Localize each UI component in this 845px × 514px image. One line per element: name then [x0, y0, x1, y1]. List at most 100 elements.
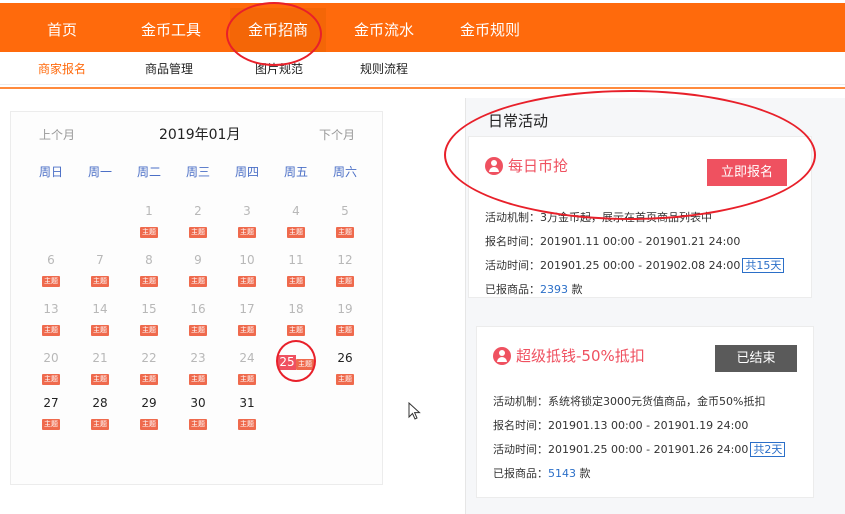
reported-count: 2393 [540, 283, 568, 296]
calendar-day[interactable]: 20 主题 [31, 351, 71, 385]
theme-tag: 主题 [189, 419, 207, 430]
subnav-rule-flow[interactable]: 规则流程 [360, 60, 408, 77]
reported-label: 已报商品： [493, 467, 548, 480]
calendar-day[interactable]: 22 主题 [129, 351, 169, 385]
subnav-product-management[interactable]: 商品管理 [145, 60, 193, 77]
weekday-label: 周三 [185, 165, 210, 179]
calendar-day[interactable]: 31 主题 [227, 396, 267, 430]
day-number: 7 [96, 253, 104, 267]
theme-tag: 主题 [336, 325, 354, 336]
theme-tag: 主题 [238, 325, 256, 336]
day-number: 1 [145, 204, 153, 218]
calendar-day[interactable]: 19 主题 [325, 302, 365, 336]
calendar-day[interactable]: 27 主题 [31, 396, 71, 430]
activity-time: 活动时间：201901.25 00:00 - 201902.08 24:00 [485, 259, 741, 272]
calendar-day[interactable]: 9 主题 [178, 253, 218, 287]
day-number: 27 [43, 396, 59, 410]
day-number: 18 [288, 302, 304, 316]
ended-button[interactable]: 已结束 [715, 345, 797, 372]
weekday-label: 周六 [332, 165, 357, 179]
day-number: 12 [337, 253, 353, 267]
day-number: 11 [288, 253, 304, 267]
calendar-day[interactable]: 15 主题 [129, 302, 169, 336]
theme-tag: 主题 [336, 276, 354, 287]
calendar-day[interactable]: 23 主题 [178, 351, 218, 385]
reported-products-row: 已报商品：5143 款 [493, 465, 591, 481]
calendar-title: 2019年01月 [159, 127, 241, 143]
theme-tag: 主题 [287, 227, 305, 238]
theme-tag: 主题 [140, 227, 158, 238]
calendar-day[interactable]: 14 主题 [80, 302, 120, 336]
nav-coin-tools[interactable]: 金币工具 [126, 8, 216, 52]
calendar-day[interactable]: 8 主题 [129, 253, 169, 287]
theme-tag: 主题 [189, 374, 207, 385]
calendar-day[interactable]: 12 主题 [325, 253, 365, 287]
calendar-day[interactable]: 17 主题 [227, 302, 267, 336]
prev-month-link[interactable]: 上个月 [39, 126, 75, 143]
signup-time: 报名时间：201901.11 00:00 - 201901.21 24:00 [485, 235, 741, 248]
nav-coin-rules[interactable]: 金币规则 [446, 8, 534, 52]
theme-tag: 主题 [287, 276, 305, 287]
theme-tag: 主题 [91, 325, 109, 336]
calendar-day[interactable]: 21 主题 [80, 351, 120, 385]
calendar: 上个月 2019年01月 下个月 周日 周一 周二 周三 周四 周五 周六 1 主题 2 主题 3 主… [10, 111, 383, 485]
theme-tag: 主题 [238, 227, 256, 238]
weekday-label: 周二 [136, 165, 161, 179]
theme-tag: 主题 [140, 276, 158, 287]
nav-home[interactable]: 首页 [22, 8, 102, 52]
day-number: 31 [239, 396, 255, 410]
day-number: 9 [194, 253, 202, 267]
activity-mechanism: 活动机制：系统将锁定3000元货值商品，金币50%抵扣 [493, 395, 766, 408]
day-number: 15 [141, 302, 157, 316]
weekday-label: 周一 [87, 165, 112, 179]
calendar-day[interactable]: 5 主题 [325, 204, 365, 238]
theme-tag: 主题 [42, 325, 60, 336]
calendar-day[interactable]: 3 主题 [227, 204, 267, 238]
day-number: 16 [190, 302, 206, 316]
next-month-link[interactable]: 下个月 [319, 126, 355, 143]
day-number: 10 [239, 253, 255, 267]
calendar-day[interactable]: 24 主题 [227, 351, 267, 385]
annotation-circle-date [276, 340, 316, 382]
calendar-day[interactable]: 1 主题 [129, 204, 169, 238]
theme-tag: 主题 [287, 325, 305, 336]
activity-name: 超级抵钱-50%抵扣 [516, 347, 645, 365]
mouse-cursor-icon [408, 402, 421, 420]
calendar-day[interactable]: 6 主题 [31, 253, 71, 287]
annotation-circle-card [444, 90, 816, 220]
calendar-day[interactable]: 2 主题 [178, 204, 218, 238]
nav-coin-flow[interactable]: 金币流水 [340, 8, 428, 52]
activity-time: 活动时间：201901.25 00:00 - 201901.26 24:00 [493, 443, 749, 456]
duration-badge: 共2天 [750, 442, 786, 457]
theme-tag: 主题 [140, 419, 158, 430]
user-icon [493, 346, 511, 365]
card-header: 超级抵钱-50%抵扣 [493, 345, 645, 366]
annotation-circle-nav [226, 2, 322, 66]
theme-tag: 主题 [336, 227, 354, 238]
calendar-day[interactable]: 10 主题 [227, 253, 267, 287]
subnav-merchant-signup[interactable]: 商家报名 [38, 60, 86, 77]
calendar-day[interactable]: 26 主题 [325, 351, 365, 385]
calendar-day[interactable]: 7 主题 [80, 253, 120, 287]
calendar-day[interactable]: 13 主题 [31, 302, 71, 336]
calendar-day[interactable]: 30 主题 [178, 396, 218, 430]
theme-tag: 主题 [189, 276, 207, 287]
day-number: 5 [341, 204, 349, 218]
day-number: 14 [92, 302, 108, 316]
day-number: 22 [141, 351, 157, 365]
calendar-day[interactable]: 29 主题 [129, 396, 169, 430]
calendar-day[interactable]: 16 主题 [178, 302, 218, 336]
divider-line [0, 87, 845, 89]
activity-card: 超级抵钱-50%抵扣 已结束 活动机制：系统将锁定3000元货值商品，金币50%… [476, 326, 814, 498]
calendar-day[interactable]: 18 主题 [276, 302, 316, 336]
day-number: 6 [47, 253, 55, 267]
activity-time-row: 活动时间：201901.25 00:00 - 201901.26 24:00 共2… [493, 441, 786, 457]
day-number: 29 [141, 396, 157, 410]
theme-tag: 主题 [42, 374, 60, 385]
reported-count: 5143 [548, 467, 576, 480]
calendar-day[interactable]: 4 主题 [276, 204, 316, 238]
calendar-day[interactable]: 28 主题 [80, 396, 120, 430]
calendar-day[interactable]: 11 主题 [276, 253, 316, 287]
day-number: 19 [337, 302, 353, 316]
reported-unit: 款 [571, 283, 583, 296]
